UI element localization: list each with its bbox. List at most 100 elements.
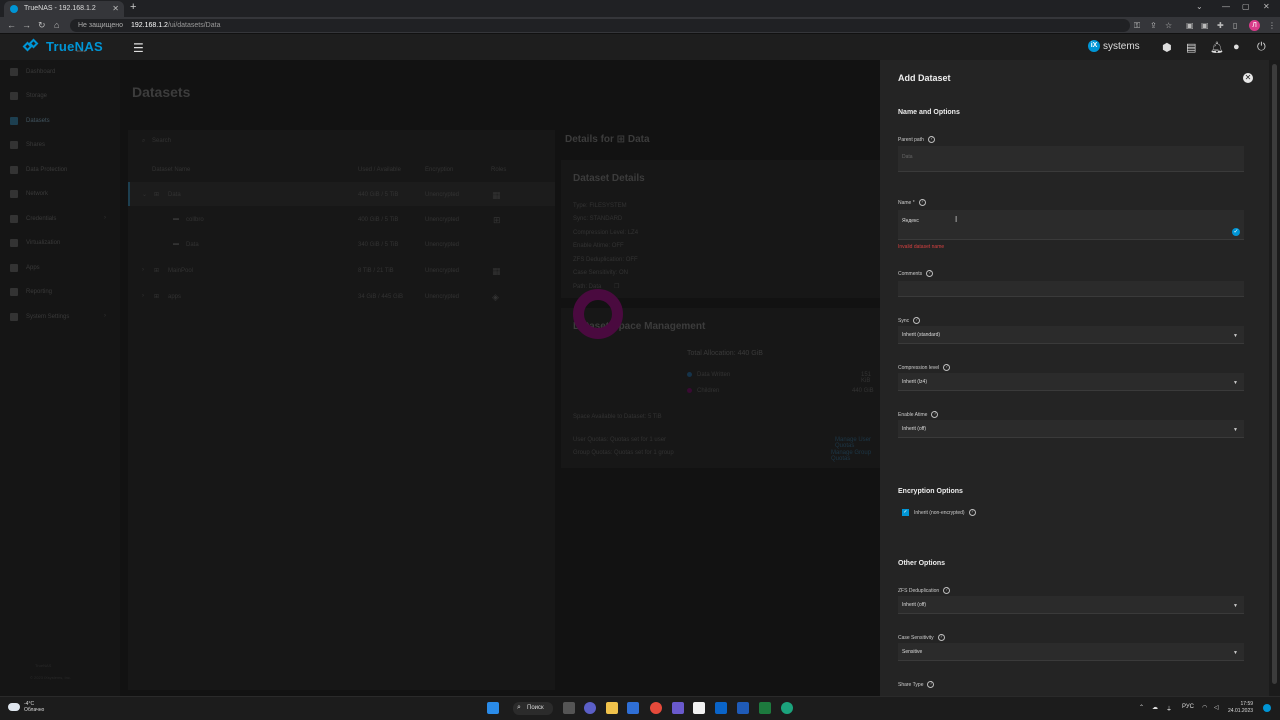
chrome-icon[interactable]	[650, 702, 662, 714]
taskbar-search[interactable]: ⌕ Поиск	[513, 702, 553, 715]
help-icon[interactable]: ?	[937, 634, 945, 641]
truenas-logo[interactable]: TrueNAS	[22, 38, 103, 54]
tab-close-icon[interactable]: ✕	[112, 4, 119, 13]
sidebar-item-datasets[interactable]: Datasets	[10, 117, 50, 125]
notifications-bell-icon[interactable]: 🔔︎	[1210, 41, 1224, 54]
column-header[interactable]: Roles	[491, 167, 506, 173]
puzzle-icon[interactable]: ✚	[1217, 21, 1226, 30]
back-icon[interactable]: ←	[7, 20, 16, 30]
hamburger-menu-icon[interactable]: ☰	[133, 41, 144, 55]
sidebar-item-data-protection[interactable]: Data Protection	[10, 166, 67, 174]
key-icon[interactable]: ⚿	[1134, 21, 1143, 30]
minimize-icon[interactable]: —	[1222, 2, 1230, 11]
sync-select[interactable]: Inherit (standard) ▼	[898, 326, 1244, 344]
store-icon[interactable]	[627, 702, 639, 714]
truecommand-icon[interactable]: ⬢	[1162, 41, 1172, 54]
help-icon[interactable]: ?	[968, 509, 976, 516]
notification-icon[interactable]	[1263, 704, 1271, 712]
word-icon[interactable]	[737, 702, 749, 714]
star-icon[interactable]: ☆	[1165, 21, 1174, 30]
atime-select[interactable]: Inherit (off) ▼	[898, 420, 1244, 438]
weather-widget[interactable]: -4°C Облачно	[8, 701, 44, 713]
window-close-icon[interactable]: ✕	[1263, 2, 1270, 11]
case-sensitivity-select[interactable]: Sensitive ▼	[898, 643, 1244, 661]
word-pad-icon[interactable]	[693, 702, 705, 714]
manage-group-quotas-link[interactable]: Manage Group Quotas	[831, 450, 880, 462]
menu-icon[interactable]: ⋮	[1268, 21, 1277, 30]
extension-icon[interactable]: ▣	[1201, 21, 1210, 30]
sidebar-item-apps[interactable]: Apps	[10, 264, 40, 272]
tab-search-icon[interactable]: ⌄	[1196, 2, 1203, 11]
chevron-down-icon[interactable]: ⌄	[142, 191, 147, 198]
copy-icon[interactable]: ❐	[614, 283, 619, 290]
excel-icon[interactable]	[759, 702, 771, 714]
volume-icon[interactable]: ◁	[1214, 704, 1219, 711]
task-manager-icon[interactable]: ▤	[1186, 41, 1196, 54]
sidebar: Dashboard Storage Datasets Shares Data P…	[0, 60, 120, 696]
language-indicator[interactable]: РУС	[1182, 704, 1194, 710]
forward-icon[interactable]: →	[22, 20, 31, 30]
sidebar-item-dashboard[interactable]: Dashboard	[10, 68, 55, 76]
chevron-right-icon[interactable]: ›	[142, 267, 144, 273]
column-header[interactable]: Encryption	[425, 167, 453, 173]
help-icon[interactable]: ?	[913, 317, 921, 324]
reload-icon[interactable]: ↻	[38, 20, 46, 31]
column-header[interactable]: Dataset Name	[152, 167, 190, 173]
outlook-icon[interactable]	[715, 702, 727, 714]
browser-tab[interactable]: TrueNAS - 192.168.1.2 ✕	[4, 1, 124, 17]
sidebar-item-shares[interactable]: Shares	[10, 141, 45, 149]
sidebar-item-network[interactable]: Network	[10, 190, 48, 198]
extension-icon[interactable]: ▣	[1186, 21, 1195, 30]
dataset-name[interactable]: MainPool	[168, 268, 193, 274]
name-input[interactable]: Яндекс ✓	[898, 210, 1244, 240]
column-header[interactable]: Used / Available	[358, 167, 401, 173]
help-icon[interactable]: ?	[926, 270, 934, 277]
sidebar-item-storage[interactable]: Storage	[10, 92, 47, 100]
task-view-icon[interactable]	[563, 702, 575, 714]
address-bar[interactable]: Не защищено 192.168.1.2/ui/datasets/Data	[70, 19, 1130, 32]
dedup-select[interactable]: Inherit (off) ▼	[898, 596, 1244, 614]
dataset-name[interactable]: Data	[168, 192, 181, 198]
new-tab-button[interactable]: +	[130, 1, 136, 13]
dataset-name[interactable]: collbro	[186, 217, 204, 223]
help-icon[interactable]: ?	[931, 411, 939, 418]
sidebar-item-system-settings[interactable]: System Settings	[10, 313, 69, 321]
help-icon[interactable]: ?	[943, 587, 951, 594]
panel-scrollbar-thumb[interactable]	[1272, 64, 1277, 684]
help-icon[interactable]: ?	[927, 136, 935, 143]
power-icon[interactable]: ⏻	[1257, 41, 1266, 54]
comments-input[interactable]	[898, 281, 1244, 297]
dataset-name[interactable]: Data	[186, 242, 199, 248]
taskbar-clock[interactable]: 17:59 24.01.2023	[1228, 701, 1253, 715]
close-panel-icon[interactable]: ✕	[1243, 73, 1253, 83]
user-account-icon[interactable]: ●	[1233, 41, 1240, 53]
chat-icon[interactable]	[584, 702, 596, 714]
home-icon[interactable]: ⌂	[54, 20, 59, 30]
file-explorer-icon[interactable]	[606, 702, 618, 714]
inherit-encryption-checkbox[interactable]: ✓	[902, 509, 909, 516]
compression-select[interactable]: Inherit (lz4) ▼	[898, 373, 1244, 391]
tray-chevron-icon[interactable]: ⌃	[1139, 704, 1144, 711]
dataset-name[interactable]: apps	[168, 294, 181, 300]
windows-start-icon[interactable]	[487, 702, 499, 714]
help-icon[interactable]: ?	[927, 681, 935, 688]
share-icon[interactable]: ⇪	[1150, 21, 1159, 30]
manage-user-quotas-link[interactable]: Manage User Quotas	[835, 437, 880, 449]
edge-icon[interactable]	[781, 702, 793, 714]
ixsystems-logo[interactable]: iX systems	[1088, 40, 1140, 52]
cloud-sync-icon[interactable]: ☁	[1152, 704, 1158, 711]
usb-icon[interactable]: ⏚	[1166, 704, 1172, 713]
help-icon[interactable]: ?	[943, 364, 951, 371]
sidebar-item-credentials[interactable]: Credentials	[10, 215, 56, 223]
wifi-icon[interactable]: ◠	[1202, 704, 1207, 711]
app-icon[interactable]	[672, 702, 684, 714]
profile-avatar[interactable]: Л	[1249, 20, 1260, 31]
sidepanel-icon[interactable]: ▯	[1233, 21, 1242, 30]
maximize-icon[interactable]: ▢	[1242, 2, 1250, 11]
sidebar-item-virtualization[interactable]: Virtualization	[10, 239, 60, 247]
search-input[interactable]: Search	[152, 138, 171, 144]
chevron-right-icon[interactable]: ›	[142, 293, 144, 299]
table-row-selected[interactable]	[128, 182, 555, 206]
sidebar-item-reporting[interactable]: Reporting	[10, 288, 52, 296]
help-icon[interactable]: ?	[918, 199, 926, 206]
